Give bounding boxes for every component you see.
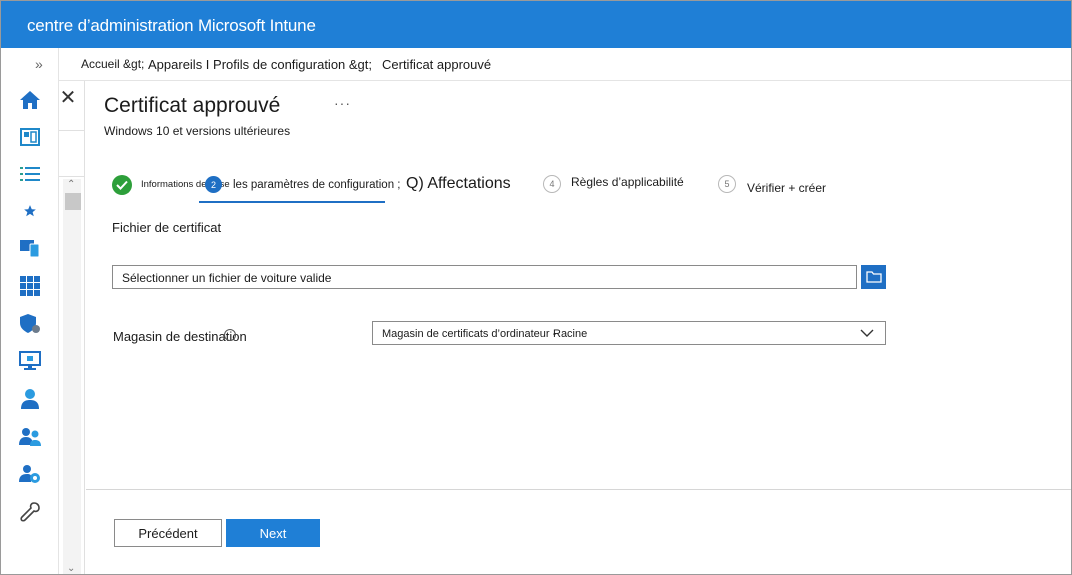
apps-icon[interactable] <box>18 274 42 298</box>
group-icon[interactable] <box>18 425 42 449</box>
chevron-down-icon[interactable]: ⌄ <box>67 563 75 574</box>
dropdown-value-part2: Racine <box>553 328 588 340</box>
folder-icon <box>865 271 882 283</box>
list-icon[interactable] <box>18 162 42 186</box>
divider <box>59 176 85 177</box>
certificate-file-input[interactable]: Sélectionner un fichier de voiture valid… <box>112 265 857 289</box>
checkmark-icon <box>112 175 132 195</box>
blade-side-strip: ✕ ⌃ ⌄ <box>59 81 85 574</box>
dashboard-icon[interactable] <box>18 125 42 149</box>
step-applicability-number: 4 <box>543 175 561 193</box>
destination-store-dropdown[interactable]: Magasin de certificats d’ordinateur - Ra… <box>372 321 886 345</box>
chevron-up-icon[interactable]: ⌃ <box>67 179 75 190</box>
top-bar: centre d’administration Microsoft Intune <box>1 1 1071 48</box>
browse-folder-button[interactable] <box>861 265 886 289</box>
step-config-number: 2 <box>205 176 222 193</box>
certificate-file-label: Fichier de certificat <box>112 220 222 235</box>
left-nav-rail: » <box>1 48 59 574</box>
next-button[interactable]: Next <box>226 519 320 547</box>
page-title: Certificat approuvé <box>104 94 281 117</box>
wrench-icon[interactable] <box>18 500 42 524</box>
more-options-icon[interactable]: ··· <box>334 95 351 111</box>
app-window: centre d’administration Microsoft Intune… <box>0 0 1072 575</box>
main-content: Certificat approuvé ··· Windows 10 et ve… <box>86 81 1071 574</box>
close-icon[interactable]: ✕ <box>59 88 77 108</box>
step-applicability-label[interactable]: Règles d’applicabilité <box>571 175 684 189</box>
step-config-label[interactable]: les paramètres de configuration ; <box>233 179 400 191</box>
active-step-underline <box>199 201 385 203</box>
breadcrumb: Accueil &gt; Appareils I Profils de conf… <box>59 48 1071 81</box>
chevron-down-icon <box>860 329 874 337</box>
footer-divider <box>86 489 1071 490</box>
info-icon[interactable] <box>224 329 236 341</box>
divider <box>59 130 85 131</box>
devices-icon[interactable] <box>18 236 42 260</box>
step-review-number: 5 <box>718 175 736 193</box>
scrollbar-thumb[interactable] <box>65 193 81 210</box>
star-icon[interactable] <box>18 199 42 223</box>
dropdown-value-part1: Magasin de certificats d’ordinateur - <box>382 328 557 340</box>
double-chevron-right-icon[interactable]: » <box>35 56 43 72</box>
step-review-label[interactable]: Vérifier + créer <box>747 181 826 195</box>
page-subtitle: Windows 10 et versions ultérieures <box>104 124 291 138</box>
app-title: centre d’administration Microsoft Intune <box>27 16 316 35</box>
user-icon[interactable] <box>18 387 42 411</box>
monitor-icon[interactable] <box>18 349 42 373</box>
breadcrumb-devices[interactable]: Appareils I Profils de configuration &gt… <box>148 57 372 72</box>
previous-button[interactable]: Précédent <box>114 519 222 547</box>
home-icon[interactable] <box>18 88 42 112</box>
step-assignments-label[interactable]: Q) Affectations <box>406 175 511 193</box>
breadcrumb-home[interactable]: Accueil &gt; <box>81 57 144 71</box>
breadcrumb-current: Certificat approuvé <box>382 57 492 72</box>
vertical-scrollbar[interactable]: ⌃ ⌄ <box>63 179 81 574</box>
shield-icon[interactable] <box>18 312 42 336</box>
admin-gear-icon[interactable] <box>18 462 42 486</box>
